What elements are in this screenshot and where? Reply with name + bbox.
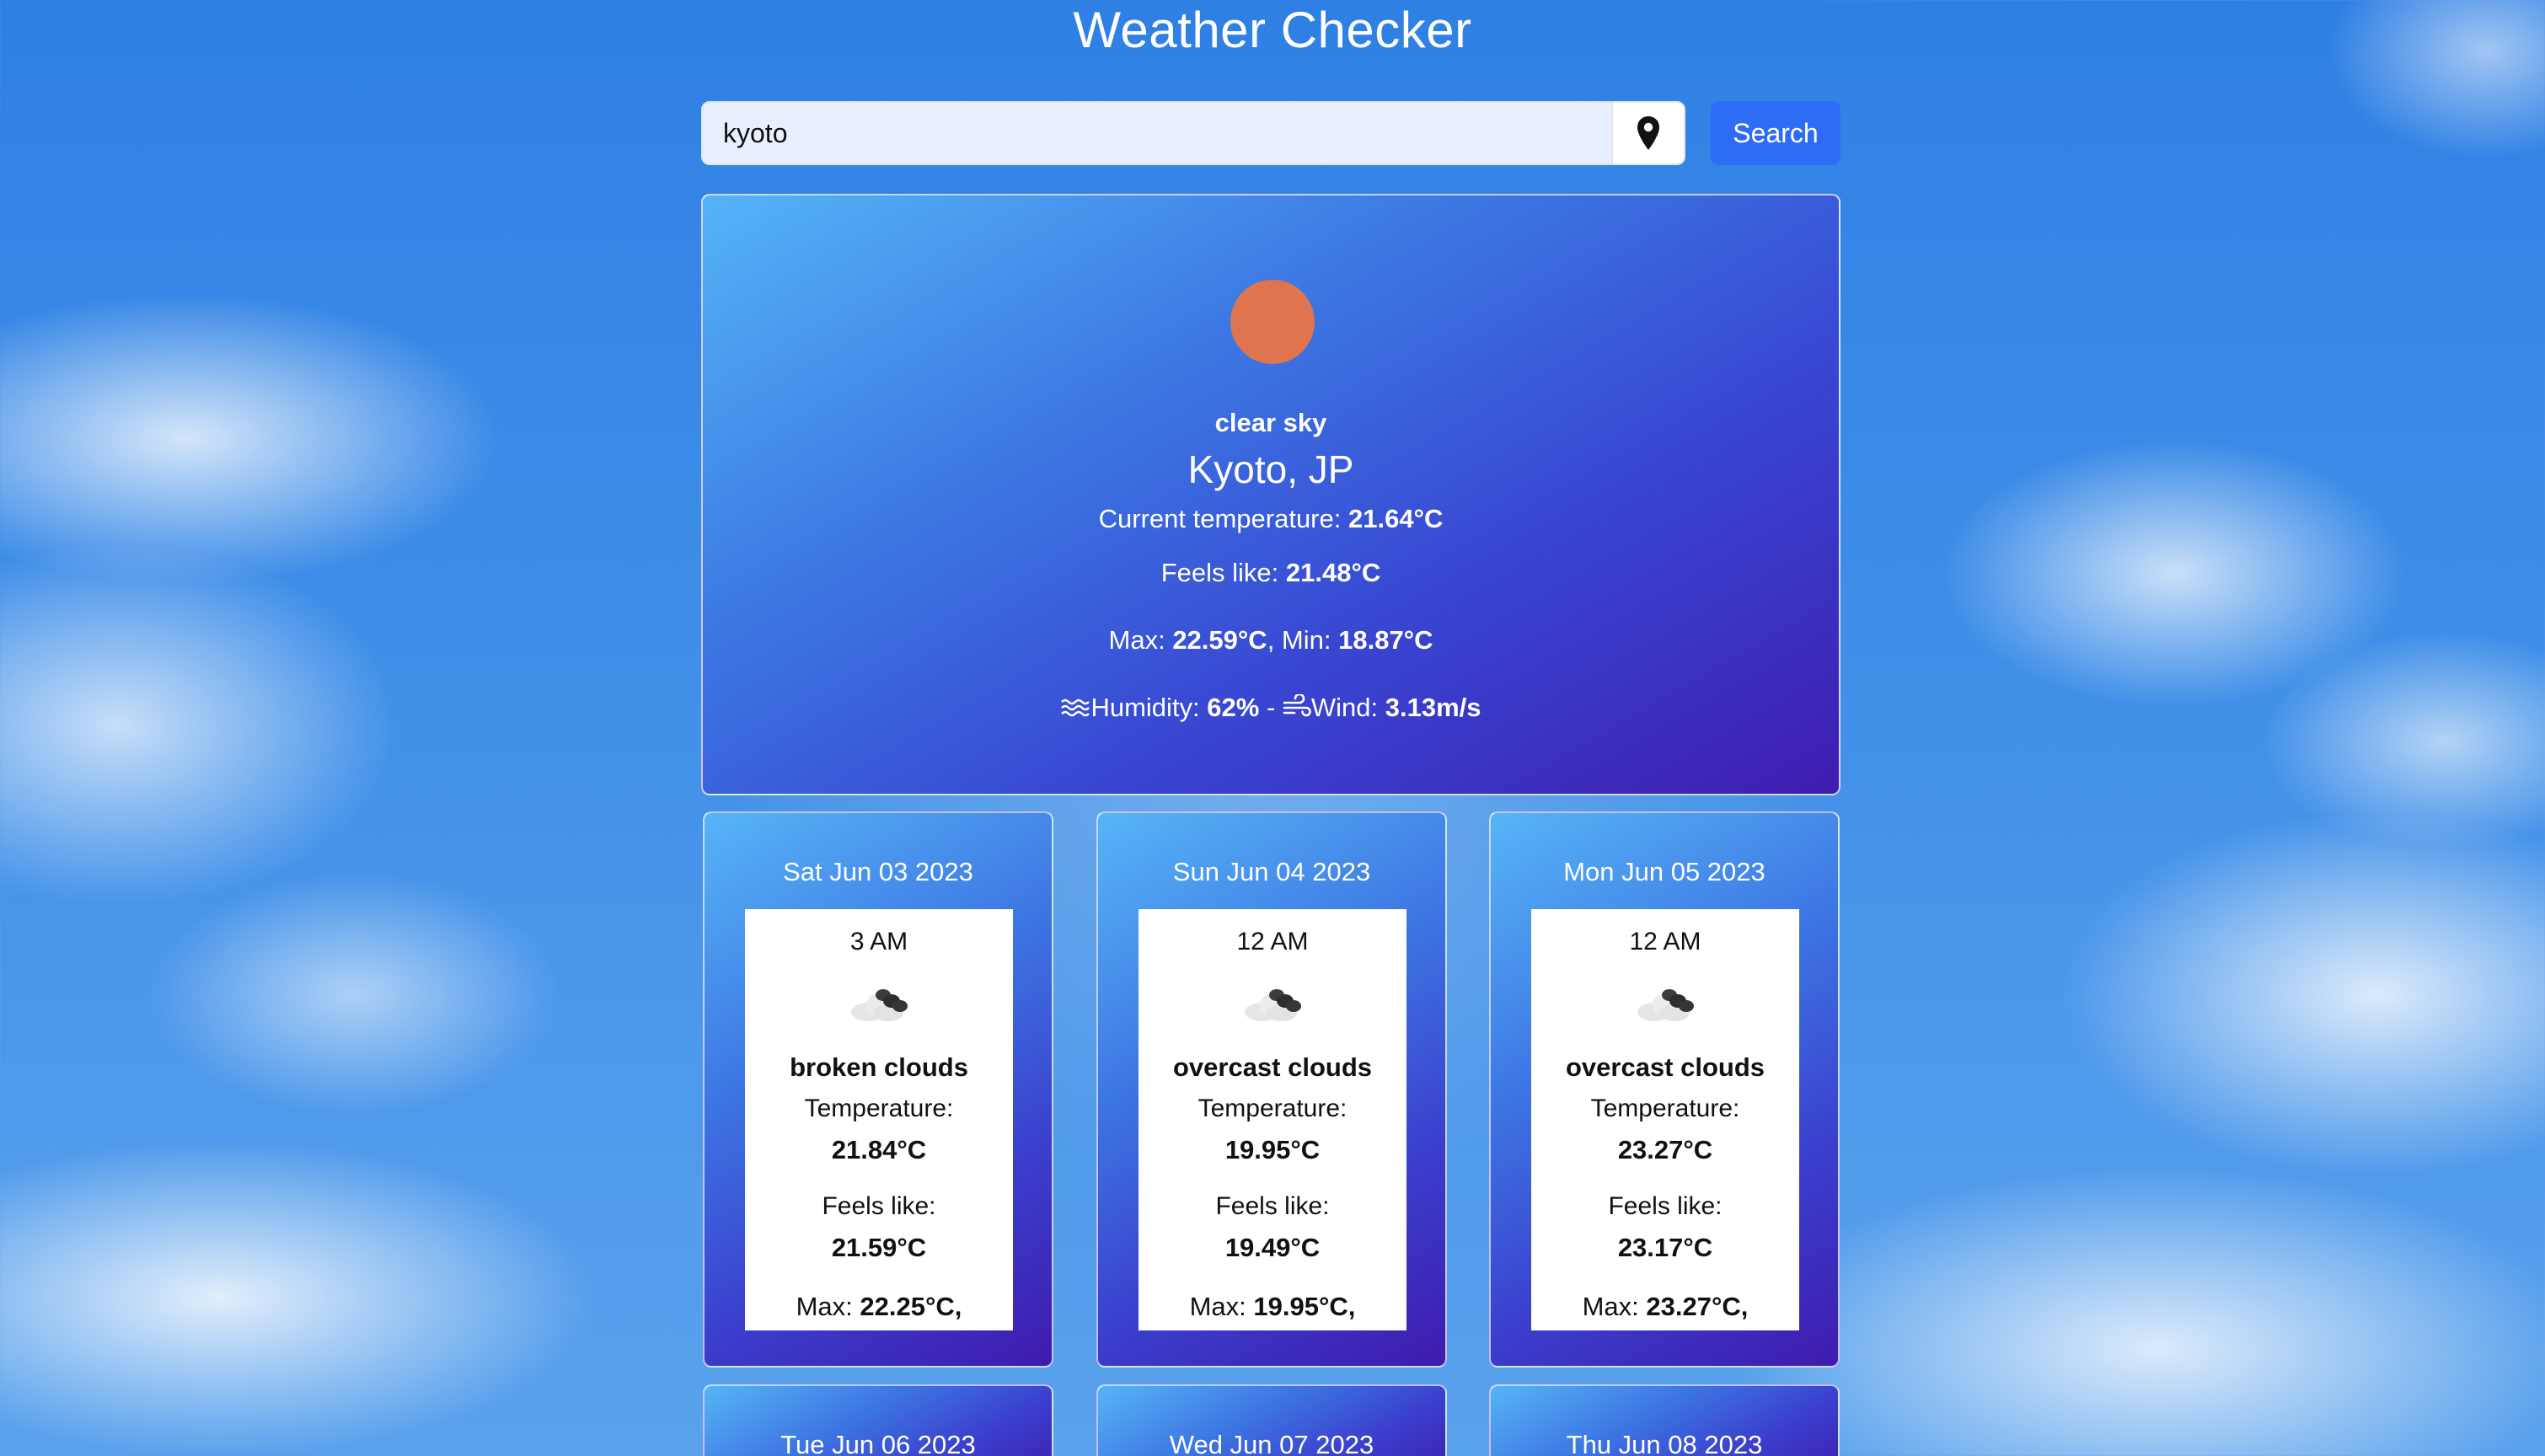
forecast-feels-label: Feels like: (822, 1192, 936, 1220)
forecast-time: 3 AM (849, 928, 908, 956)
forecast-max-value: 22.25°C, (860, 1292, 962, 1321)
forecast-description: overcast clouds (1565, 1052, 1765, 1082)
search-bar: Search (701, 101, 1840, 165)
forecast-max-label: Max: (1582, 1292, 1639, 1321)
current-temp-value: 21.64°C (1348, 504, 1444, 533)
forecast-max-line: Max: 19.95°C, (1139, 1292, 1406, 1322)
forecast-detail-panel: 12 AM overcast clouds Temperature: 23.27… (1531, 909, 1799, 1330)
wind-value: 3.13m/s (1385, 693, 1481, 722)
forecast-feels-value: 19.49°C (1224, 1233, 1321, 1262)
forecast-date: Mon Jun 05 2023 (1563, 857, 1765, 886)
current-temp-label: Current temperature: (1098, 504, 1342, 533)
forecast-temp-value: 19.95°C (1224, 1135, 1321, 1164)
current-feels-label: Feels like: (1160, 558, 1279, 587)
forecast-temp-label: Temperature: (1590, 1095, 1740, 1122)
forecast-date: Wed Jun 07 2023 (1169, 1430, 1374, 1456)
humidity-wind-separator: - (1259, 693, 1283, 722)
forecast-feels-value: 23.17°C (1617, 1233, 1713, 1262)
forecast-feels-label: Feels like: (1608, 1192, 1723, 1220)
forecast-temp-value: 23.27°C (1617, 1135, 1713, 1164)
forecast-max-label: Max: (1189, 1292, 1246, 1321)
current-max-min-line: Max: 22.59°C, Min: 18.87°C (703, 625, 1839, 656)
forecast-time: 12 AM (1629, 928, 1701, 956)
overcast-clouds-icon (1245, 989, 1301, 1021)
current-feels-line: Feels like: 21.48°C (703, 558, 1839, 588)
forecast-description: overcast clouds (1172, 1052, 1373, 1082)
forecast-detail-panel: 12 AM overcast clouds Temperature: 19.95… (1139, 909, 1406, 1330)
humidity-icon (1061, 699, 1090, 717)
current-min-label: , Min: (1267, 625, 1331, 655)
forecast-max-value: 19.95°C, (1253, 1292, 1356, 1321)
humidity-label: Humidity: (1090, 693, 1200, 722)
current-weather-card: clear sky Kyoto, JP Current temperature:… (701, 194, 1840, 795)
overcast-clouds-icon (1637, 989, 1694, 1021)
forecast-description: broken clouds (790, 1052, 968, 1082)
forecast-card: Tue Jun 06 2023 (703, 1384, 1053, 1456)
forecast-card: Mon Jun 05 2023 12 AM overcast clouds Te… (1489, 811, 1840, 1368)
forecast-feels-label: Feels like: (1215, 1192, 1330, 1220)
sun-icon (1230, 280, 1315, 364)
page-title: Weather Checker (1073, 2, 1472, 58)
forecast-card: Sun Jun 04 2023 12 AM overcast clouds Te… (1096, 811, 1447, 1368)
map-pin-icon (1637, 116, 1659, 150)
humidity-value: 62% (1207, 693, 1260, 722)
forecast-detail-panel: 3 AM broken clouds Temperature: 21.84°C … (745, 909, 1013, 1330)
location-button[interactable] (1611, 101, 1685, 165)
forecast-date: Thu Jun 08 2023 (1566, 1430, 1763, 1456)
forecast-max-line: Max: 23.27°C, (1531, 1292, 1799, 1322)
forecast-date: Sun Jun 04 2023 (1172, 857, 1371, 886)
current-description: clear sky (1214, 408, 1327, 437)
current-max-value: 22.59°C (1172, 625, 1267, 655)
wind-label: Wind: (1310, 693, 1379, 722)
forecast-temp-label: Temperature: (1197, 1095, 1348, 1122)
current-city: Kyoto, JP (1187, 447, 1354, 491)
forecast-max-line: Max: 22.25°C, (745, 1292, 1013, 1322)
search-button[interactable]: Search (1711, 101, 1840, 165)
forecast-time: 12 AM (1236, 928, 1309, 956)
forecast-temp-value: 21.84°C (831, 1135, 927, 1164)
current-min-value: 18.87°C (1338, 625, 1433, 655)
forecast-card: Thu Jun 08 2023 (1489, 1384, 1840, 1456)
forecast-card: Wed Jun 07 2023 (1096, 1384, 1447, 1456)
forecast-card: Sat Jun 03 2023 3 AM broken clouds Tempe… (703, 811, 1053, 1368)
forecast-max-label: Max: (796, 1292, 853, 1321)
forecast-feels-value: 21.59°C (831, 1233, 927, 1262)
current-humidity-wind-line: Humidity: 62% - Wind: 3.13m/s (703, 693, 1839, 723)
forecast-temp-label: Temperature: (804, 1095, 954, 1122)
forecast-date: Tue Jun 06 2023 (780, 1430, 976, 1456)
current-temperature-line: Current temperature: 21.64°C (703, 504, 1839, 534)
broken-clouds-icon (851, 989, 908, 1021)
forecast-date: Sat Jun 03 2023 (783, 857, 973, 886)
city-search-input[interactable] (701, 101, 1611, 165)
forecast-max-value: 23.27°C, (1646, 1292, 1749, 1321)
wind-icon (1283, 693, 1311, 717)
current-max-label: Max: (1108, 625, 1165, 655)
current-feels-value: 21.48°C (1285, 558, 1381, 587)
